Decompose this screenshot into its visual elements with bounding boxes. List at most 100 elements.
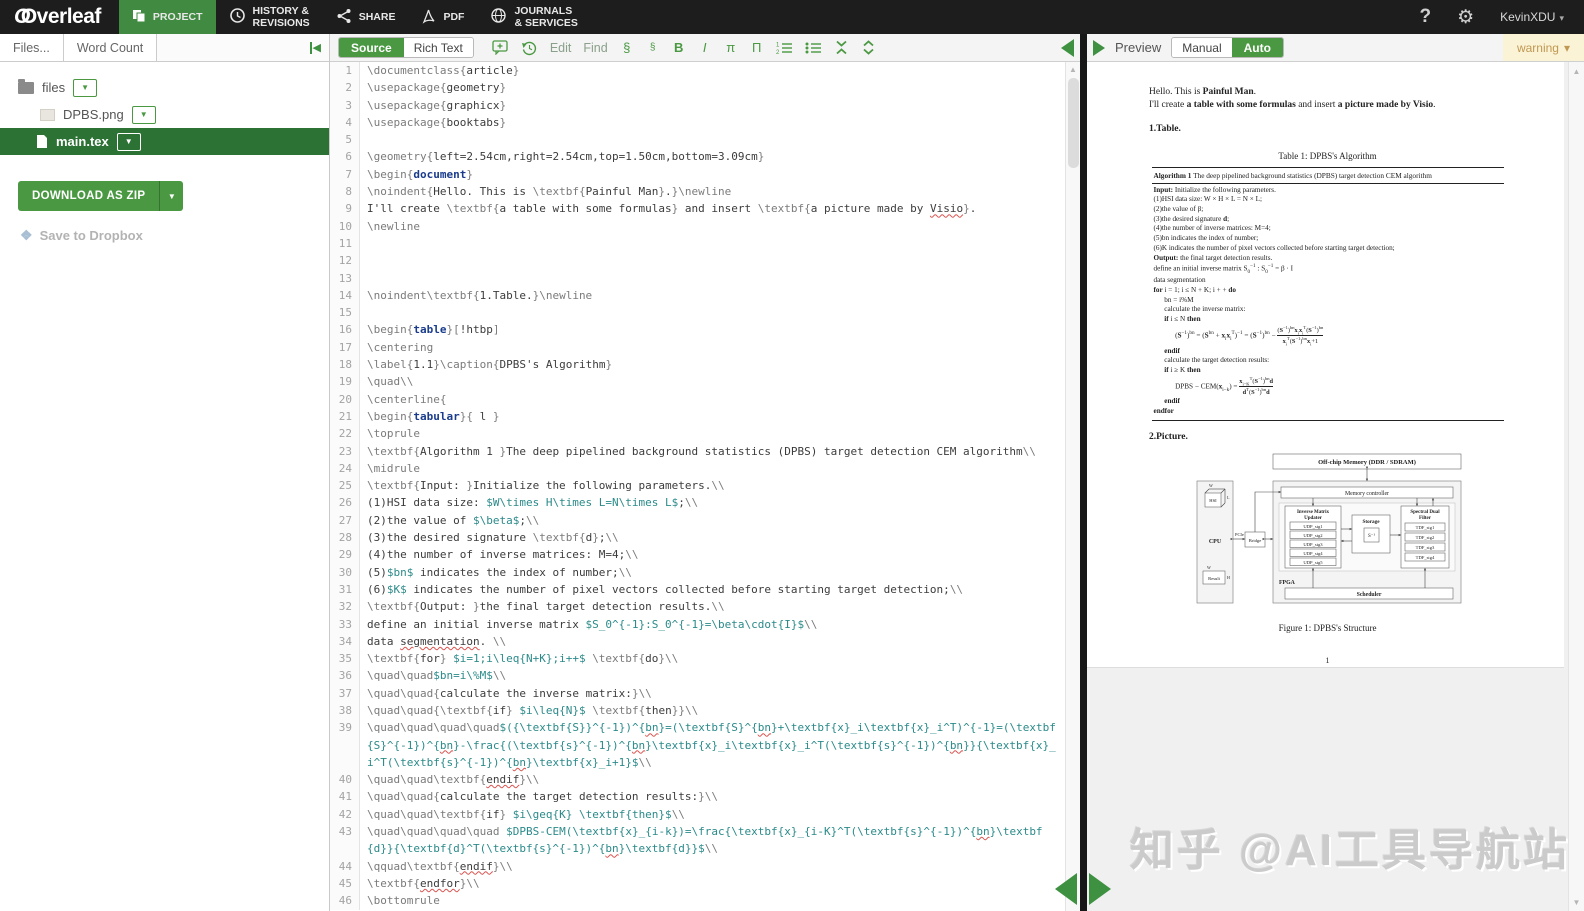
code-line[interactable]: 3\usepackage{graphicx} [330, 97, 1065, 114]
code-text[interactable]: \textbf{Algorithm 1 }The deep pipelined … [360, 443, 1065, 460]
tree-item-main-tex[interactable]: main.tex ▼ [0, 128, 329, 155]
editor-scroll-thumb[interactable] [1068, 78, 1079, 168]
code-line[interactable]: 45\textbf{endfor}\\ [330, 875, 1065, 892]
code-line[interactable]: 32\textbf{Output: }the final target dete… [330, 598, 1065, 615]
code-line[interactable]: 1\documentclass{article} [330, 62, 1065, 79]
display-math-button[interactable]: Π [746, 37, 768, 58]
tab-files[interactable]: Files... [0, 34, 64, 61]
code-line[interactable]: 40\quad\quad\textbf{endif}\\ [330, 771, 1065, 788]
code-line[interactable]: 7\begin{document} [330, 166, 1065, 183]
tex-file-dropdown[interactable]: ▼ [117, 133, 141, 151]
section-button[interactable]: § [616, 37, 638, 58]
code-line[interactable]: 13 [330, 270, 1065, 287]
code-text[interactable]: \label{1.1}\caption{DPBS's Algorithm} [360, 356, 1065, 373]
code-text[interactable] [360, 131, 1065, 148]
editor-collapse-left-icon[interactable] [1061, 39, 1074, 57]
code-line[interactable]: 10\newline [330, 218, 1065, 235]
code-line[interactable]: 23\textbf{Algorithm 1 }The deep pipeline… [330, 443, 1065, 460]
code-text[interactable]: (1)HSI data size: $W\times H\times L=N\t… [360, 494, 1065, 511]
code-text[interactable]: data segmentation. \\ [360, 633, 1065, 650]
help-icon[interactable]: ? [1419, 6, 1431, 28]
code-line[interactable]: 12 [330, 252, 1065, 269]
code-text[interactable]: \quad\quad{calculate the inverse matrix:… [360, 685, 1065, 702]
code-line[interactable]: 5 [330, 131, 1065, 148]
code-text[interactable]: \begin{document} [360, 166, 1065, 183]
code-text[interactable]: \centering [360, 339, 1065, 356]
code-line[interactable]: 26(1)HSI data size: $W\times H\times L=N… [330, 494, 1065, 511]
code-line[interactable]: 24\midrule [330, 460, 1065, 477]
code-line[interactable]: 19\quad\\ [330, 373, 1065, 390]
editor-scrollbar[interactable]: ▲ [1065, 62, 1080, 911]
save-to-dropbox[interactable]: ❖ Save to Dropbox [20, 227, 329, 244]
code-text[interactable]: \bottomrule [360, 892, 1065, 909]
code-text[interactable]: (4)the number of inverse matrices: M=4;\… [360, 546, 1065, 563]
code-text[interactable]: I'll create \textbf{a table with some fo… [360, 200, 1065, 217]
menu-share[interactable]: SHARE [323, 0, 409, 34]
code-line[interactable]: 30(5)$bn$ indicates the index of number;… [330, 564, 1065, 581]
code-line[interactable]: 18\label{1.1}\caption{DPBS's Algorithm} [330, 356, 1065, 373]
menu-history-revisions[interactable]: HISTORY &REVISIONS [216, 0, 323, 34]
code-line[interactable]: 2\usepackage{geometry} [330, 79, 1065, 96]
code-line[interactable]: 22\toprule [330, 425, 1065, 442]
collapse-lines-button[interactable] [830, 37, 853, 58]
code-text[interactable]: \qquad\textbf{endif}\\ [360, 858, 1065, 875]
menu-pdf[interactable]: PDF [408, 0, 477, 34]
code-text[interactable]: (3)the desired signature \textbf{d};\\ [360, 529, 1065, 546]
folder-dropdown[interactable]: ▼ [73, 79, 97, 97]
code-line[interactable]: 38\quad\quad{\textbf{if} $i\leq{N}$ \tex… [330, 702, 1065, 719]
code-line[interactable]: 46\bottomrule [330, 892, 1065, 909]
subsection-button[interactable]: § [642, 37, 664, 58]
scroll-up-icon[interactable]: ▲ [1570, 64, 1583, 78]
code-line[interactable]: 28(3)the desired signature \textbf{d};\\ [330, 529, 1065, 546]
code-line[interactable]: 27(2)the value of $\beta$;\\ [330, 512, 1065, 529]
preview-scrollbar[interactable]: ▲ ▼ [1568, 62, 1584, 911]
code-text[interactable] [360, 235, 1065, 252]
numbered-list-button[interactable]: 12 [772, 37, 797, 58]
code-line[interactable]: 21\begin{tabular}{ l } [330, 408, 1065, 425]
code-line[interactable]: 36\quad\quad$bn=i\%M$\\ [330, 667, 1065, 684]
code-text[interactable]: \noindent{Hello. This is \textbf{Painful… [360, 183, 1065, 200]
history-undo-button[interactable] [517, 37, 542, 58]
inline-math-button[interactable]: π [720, 37, 742, 58]
code-text[interactable]: \usepackage{graphicx} [360, 97, 1065, 114]
manual-compile-button[interactable]: Manual [1172, 38, 1231, 57]
tab-word-count[interactable]: Word Count [64, 34, 157, 61]
code-text[interactable]: \quad\quad\textbf{if} $i\geq{K} \textbf{… [360, 806, 1065, 823]
bullet-list-button[interactable] [801, 37, 826, 58]
italic-button[interactable]: I [694, 37, 716, 58]
code-line[interactable]: 44\qquad\textbf{endif}\\ [330, 858, 1065, 875]
code-text[interactable]: define an initial inverse matrix $S_0^{-… [360, 616, 1065, 633]
pane-divider[interactable] [1080, 34, 1087, 911]
code-line[interactable]: 11 [330, 235, 1065, 252]
code-text[interactable]: \geometry{left=2.54cm,right=2.54cm,top=1… [360, 148, 1065, 165]
code-text[interactable]: \textbf{for} $i=1;i\leq{N+K};i++$ \textb… [360, 650, 1065, 667]
code-text[interactable] [360, 252, 1065, 269]
code-text[interactable]: \textbf{Output: }the final target detect… [360, 598, 1065, 615]
source-code[interactable]: 1\documentclass{article}2\usepackage{geo… [330, 62, 1065, 911]
editor-bottom-collapse-icon[interactable] [1055, 873, 1077, 905]
code-text[interactable] [360, 270, 1065, 287]
code-line[interactable]: 29(4)the number of inverse matrices: M=4… [330, 546, 1065, 563]
code-line[interactable]: 20\centerline{ [330, 391, 1065, 408]
code-line[interactable]: 43\quad\quad\quad\quad $DPBS-CEM(\textbf… [330, 823, 1065, 858]
expand-lines-button[interactable] [857, 37, 880, 58]
code-text[interactable]: \midrule [360, 460, 1065, 477]
code-line[interactable]: 33define an initial inverse matrix $S_0^… [330, 616, 1065, 633]
code-text[interactable]: \textbf{Input: }Initialize the following… [360, 477, 1065, 494]
code-text[interactable]: \quad\quad\textbf{endif}\\ [360, 771, 1065, 788]
sidebar-collapse-icon[interactable]: ◀ [310, 34, 329, 61]
code-text[interactable]: (6)$K$ indicates the number of pixel vec… [360, 581, 1065, 598]
code-line[interactable]: 41\quad\quad{calculate the target detect… [330, 788, 1065, 805]
code-text[interactable]: \centerline{ [360, 391, 1065, 408]
code-line[interactable]: 15 [330, 304, 1065, 321]
gear-icon[interactable]: ⚙ [1457, 6, 1474, 29]
code-line[interactable]: 8\noindent{Hello. This is \textbf{Painfu… [330, 183, 1065, 200]
preview-bottom-expand-icon[interactable] [1089, 873, 1111, 905]
code-line[interactable]: 35\textbf{for} $i=1;i\leq{N+K};i++$ \tex… [330, 650, 1065, 667]
code-line[interactable]: 16\begin{table}[!htbp] [330, 321, 1065, 338]
richtext-mode-button[interactable]: Rich Text [404, 38, 473, 57]
add-comment-button[interactable] [488, 37, 513, 58]
code-line[interactable]: 25\textbf{Input: }Initialize the followi… [330, 477, 1065, 494]
download-zip-dropdown[interactable]: ▼ [159, 181, 183, 211]
code-text[interactable]: \usepackage{geometry} [360, 79, 1065, 96]
